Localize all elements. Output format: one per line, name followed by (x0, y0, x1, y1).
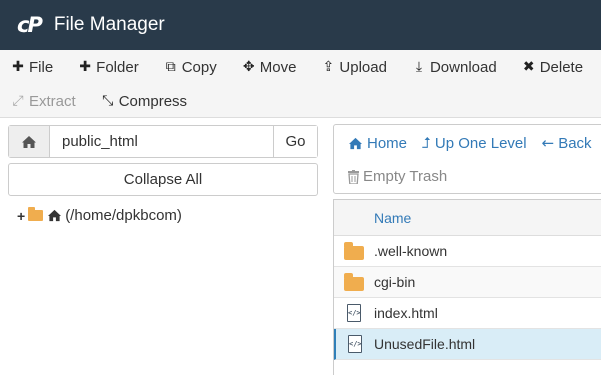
path-input[interactable] (50, 126, 273, 157)
tree-root-label: (/home/dpkbcom) (65, 207, 182, 224)
upload-icon: ⇪ (322, 59, 335, 75)
extract-button[interactable]: ⤢ Extract (11, 92, 76, 110)
file-name: cgi-bin (374, 274, 416, 290)
delete-label: Delete (539, 58, 584, 76)
new-folder-label: Folder (96, 58, 139, 76)
html-file-icon: </> (348, 335, 362, 353)
table-row-selected[interactable]: </> UnusedFile.html (334, 329, 601, 360)
table-row[interactable]: .well-known (334, 236, 601, 267)
column-header-name[interactable]: Name (374, 210, 411, 226)
download-button[interactable]: ⤓ Download (412, 59, 497, 76)
back-link[interactable]: ← Back (542, 134, 592, 152)
trash-icon (348, 169, 359, 184)
table-row[interactable]: </> index.html (334, 298, 601, 329)
toolbar-row-secondary: ⤢ Extract ⤡ Compress (0, 84, 187, 118)
home-icon (349, 137, 362, 149)
table-header: Name (334, 200, 601, 236)
new-file-label: File (29, 58, 54, 76)
plus-icon: ✚ (79, 59, 92, 75)
home-icon (48, 209, 62, 222)
folder-icon (28, 207, 44, 221)
collapse-all-button[interactable]: Collapse All (8, 163, 318, 196)
move-button[interactable]: ✥ Move (242, 59, 297, 76)
extract-icon: ⤢ (12, 93, 24, 109)
home-link-label: Home (367, 134, 408, 152)
upload-label: Upload (339, 58, 387, 76)
compress-button[interactable]: ⤡ Compress (101, 93, 187, 110)
path-home-button[interactable] (9, 126, 50, 157)
toolbar-row-main: ✚ File ✚ Folder ⧉ Copy ✥ Move ⇪ Upload ⤓… (0, 50, 583, 84)
html-file-icon: </> (347, 304, 361, 322)
delete-icon: ✖ (522, 59, 535, 75)
nav-row-secondary: Empty Trash (348, 168, 462, 185)
file-name: UnusedFile.html (374, 336, 476, 352)
empty-trash-label: Empty Trash (363, 168, 448, 185)
back-label: Back (558, 134, 592, 152)
folder-icon (344, 241, 364, 260)
file-table: Name .well-known cgi-bin </> index.html … (333, 199, 601, 375)
move-icon: ✥ (242, 59, 255, 75)
up-one-level-label: Up One Level (434, 134, 527, 152)
go-button[interactable]: Go (273, 126, 317, 157)
delete-button[interactable]: ✖ Delete (522, 59, 583, 76)
level-up-icon: ⮥ (422, 134, 431, 152)
folder-icon (344, 272, 364, 291)
path-bar: Go (8, 125, 318, 158)
tree-root-item[interactable]: + (/home/dpkbcom) (17, 207, 182, 224)
move-label: Move (259, 58, 297, 76)
up-one-level-link[interactable]: ⮥ Up One Level (422, 134, 527, 152)
navigation-panel: Home ⮥ Up One Level ← Back Empty Trash (333, 124, 601, 194)
new-file-button[interactable]: ✚ File (11, 59, 53, 76)
extract-label: Extract (29, 92, 76, 110)
app-header: cP File Manager (0, 0, 601, 50)
file-name: .well-known (374, 243, 448, 259)
file-name: index.html (374, 305, 438, 321)
compress-label: Compress (118, 92, 188, 110)
download-label: Download (429, 58, 497, 76)
download-icon: ⤓ (415, 59, 423, 75)
copy-label: Copy (181, 58, 217, 76)
app-title: File Manager (53, 14, 165, 35)
compress-icon: ⤡ (102, 93, 114, 109)
home-link[interactable]: Home (348, 135, 407, 152)
copy-icon: ⧉ (165, 59, 176, 75)
empty-trash-link[interactable]: Empty Trash (348, 168, 447, 185)
copy-button[interactable]: ⧉ Copy (164, 59, 217, 76)
plus-icon: ✚ (12, 59, 24, 75)
new-folder-button[interactable]: ✚ Folder (78, 58, 139, 76)
nav-row-primary: Home ⮥ Up One Level ← Back (348, 134, 601, 152)
arrow-left-icon: ← (541, 134, 555, 152)
cpanel-logo[interactable]: cP (17, 13, 43, 37)
expand-icon[interactable]: + (17, 208, 25, 224)
home-icon (22, 135, 36, 148)
toolbar: ✚ File ✚ Folder ⧉ Copy ✥ Move ⇪ Upload ⤓… (0, 50, 601, 118)
upload-button[interactable]: ⇪ Upload (321, 59, 387, 76)
table-row[interactable]: cgi-bin (334, 267, 601, 298)
